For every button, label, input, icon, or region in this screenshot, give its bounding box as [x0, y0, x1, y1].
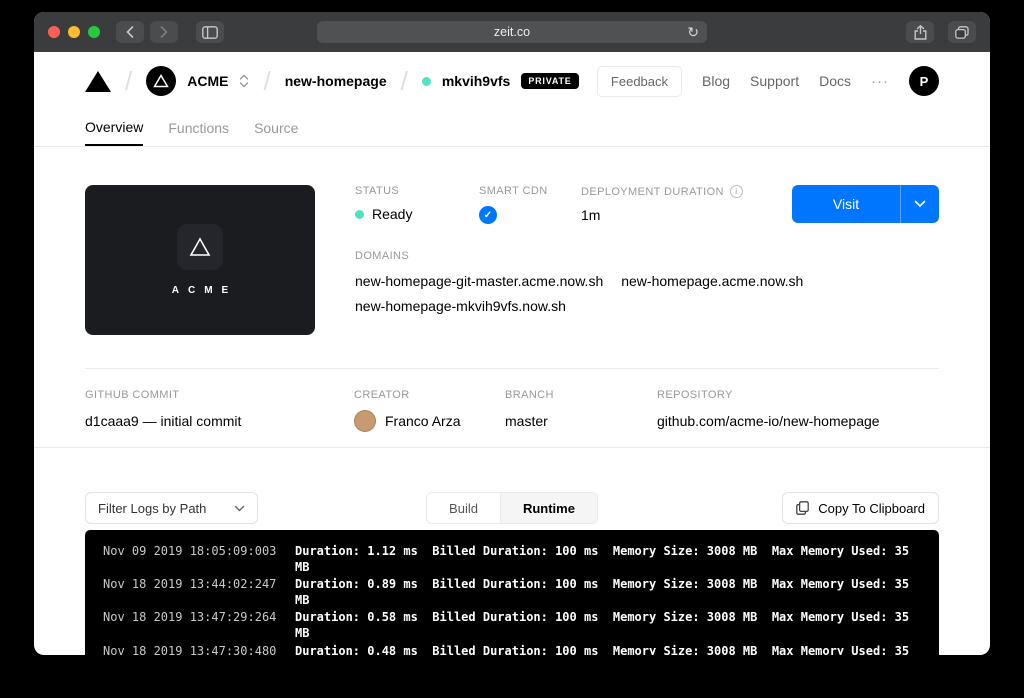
smart-cdn-label: SMART CDN [479, 185, 581, 197]
log-entry: Nov 18 2019 13:44:02:247 Duration: 0.89 … [103, 577, 921, 608]
sidebar-toggle-button[interactable] [196, 21, 224, 43]
acme-triangle-icon [189, 237, 211, 257]
feedback-button[interactable]: Feedback [597, 66, 682, 97]
log-message: Duration: 1.12 ms Billed Duration: 100 m… [295, 544, 921, 575]
share-icon [914, 25, 927, 40]
section-divider [34, 447, 990, 448]
share-button[interactable] [906, 21, 934, 43]
status-value: Ready [372, 206, 412, 222]
sidebar-icon [202, 26, 218, 39]
creator-name: Franco Arza [385, 413, 460, 429]
zoom-button[interactable] [88, 26, 100, 38]
duration-value: 1m [581, 207, 600, 223]
team-avatar[interactable] [146, 66, 176, 96]
logs-tab-runtime[interactable]: Runtime [500, 493, 597, 523]
domains-label: DOMAINS [355, 250, 939, 262]
chevron-down-icon [914, 200, 926, 208]
creator-label: CREATOR [354, 389, 505, 401]
tab-overview-button[interactable] [948, 21, 976, 43]
more-menu-icon[interactable]: ··· [871, 73, 889, 90]
preview-brand-text: ACME [163, 285, 237, 296]
log-message: Duration: 0.89 ms Billed Duration: 100 m… [295, 577, 921, 608]
back-button[interactable] [116, 21, 144, 43]
domain-link[interactable]: new-homepage-mkvih9vfs.now.sh [355, 298, 566, 314]
minimize-button[interactable] [68, 26, 80, 38]
tabs-icon [955, 26, 969, 39]
forward-button[interactable] [150, 21, 178, 43]
breadcrumb-separator: / [401, 66, 408, 97]
tab-source[interactable]: Source [254, 110, 298, 146]
ready-dot-icon [355, 210, 364, 219]
deployment-id[interactable]: mkvih9vfs [442, 73, 510, 89]
private-badge: PRIVATE [521, 73, 578, 89]
domain-link[interactable]: new-homepage-git-master.acme.now.sh [355, 273, 603, 289]
project-name[interactable]: new-homepage [285, 73, 387, 89]
log-timestamp: Nov 09 2019 18:05:09:003 [103, 544, 295, 575]
log-entry: Nov 18 2019 13:47:29:264 Duration: 0.58 … [103, 610, 921, 641]
tab-functions[interactable]: Functions [168, 110, 229, 146]
log-timestamp: Nov 18 2019 13:47:29:264 [103, 610, 295, 641]
status-label: STATUS [355, 185, 479, 197]
runtime-logs-terminal[interactable]: Nov 09 2019 18:05:09:003 Duration: 1.12 … [85, 530, 939, 655]
commit-value: d1caaa9 — initial commit [85, 410, 354, 432]
copy-to-clipboard-label: Copy To Clipboard [818, 501, 925, 516]
filter-logs-dropdown[interactable]: Filter Logs by Path [85, 492, 258, 524]
visit-dropdown-button[interactable] [901, 185, 939, 223]
deployment-overview: ACME STATUS Ready SMART CDN ✓ [85, 185, 939, 335]
browser-titlebar: zeit.co ↻ [34, 12, 990, 52]
logs-mode-toggle: Build Runtime [426, 492, 598, 524]
deployment-status-dot [422, 77, 431, 86]
acme-triangle-icon [153, 74, 169, 88]
filter-logs-label: Filter Logs by Path [98, 501, 206, 516]
reload-button[interactable]: ↻ [687, 21, 699, 43]
site-header: / ACME / new-homepage / mkvih9vfs PRIVAT… [34, 52, 990, 110]
log-entry: Nov 09 2019 18:05:09:003 Duration: 1.12 … [103, 544, 921, 575]
browser-window: zeit.co ↻ / ACME / new-homepage / mkvih9… [34, 12, 990, 655]
check-circle-icon: ✓ [479, 206, 497, 224]
logs-tab-build[interactable]: Build [427, 493, 500, 523]
visit-button-label[interactable]: Visit [792, 185, 900, 223]
zeit-logo-icon[interactable] [85, 71, 111, 92]
log-entry: Nov 18 2019 13:47:30:480 Duration: 0.48 … [103, 644, 921, 655]
chevron-right-icon [160, 26, 168, 38]
log-message: Duration: 0.58 ms Billed Duration: 100 m… [295, 610, 921, 641]
url-field[interactable]: zeit.co ↻ [317, 21, 707, 43]
duration-label: DEPLOYMENT DURATION [581, 186, 724, 198]
window-controls [48, 26, 100, 38]
nav-link-docs[interactable]: Docs [819, 73, 851, 89]
info-icon[interactable]: i [730, 185, 743, 198]
creator-avatar [354, 410, 376, 432]
chevron-down-icon [234, 505, 245, 512]
nav-link-support[interactable]: Support [750, 73, 799, 89]
visit-button[interactable]: Visit [792, 185, 939, 223]
copy-icon [796, 501, 809, 515]
close-button[interactable] [48, 26, 60, 38]
team-name[interactable]: ACME [187, 73, 228, 89]
deployment-meta: GITHUB COMMIT d1caaa9 — initial commit C… [85, 369, 939, 447]
breadcrumb-separator: / [263, 66, 270, 97]
chevron-left-icon [126, 26, 134, 38]
acme-logo [177, 224, 223, 270]
branch-value: master [505, 410, 657, 432]
log-message: Duration: 0.48 ms Billed Duration: 100 m… [295, 644, 921, 655]
log-timestamp: Nov 18 2019 13:47:30:480 [103, 644, 295, 655]
branch-label: BRANCH [505, 389, 657, 401]
deployment-preview-card[interactable]: ACME [85, 185, 315, 335]
log-timestamp: Nov 18 2019 13:44:02:247 [103, 577, 295, 608]
logs-toolbar: Filter Logs by Path Build Runtime Copy T… [85, 492, 939, 524]
repository-label: REPOSITORY [657, 389, 880, 401]
tab-bar: Overview Functions Source [34, 110, 990, 147]
tab-overview[interactable]: Overview [85, 110, 143, 146]
user-avatar[interactable]: P [909, 66, 939, 96]
nav-link-blog[interactable]: Blog [702, 73, 730, 89]
url-text: zeit.co [494, 25, 530, 39]
copy-to-clipboard-button[interactable]: Copy To Clipboard [782, 492, 939, 524]
team-switcher-icon[interactable] [239, 73, 249, 89]
repository-value[interactable]: github.com/acme-io/new-homepage [657, 410, 880, 432]
commit-label: GITHUB COMMIT [85, 389, 354, 401]
domain-link[interactable]: new-homepage.acme.now.sh [621, 273, 803, 289]
breadcrumb-separator: / [125, 66, 132, 97]
